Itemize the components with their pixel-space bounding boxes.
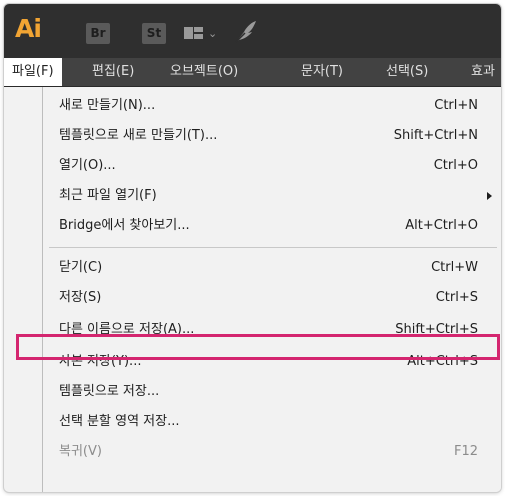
menu-bar: 파일(F) 편집(E) 오브젝트(O) 문자(T) 선택(S) 효과: [4, 58, 501, 87]
menu-item-label: 복귀(V): [59, 444, 102, 459]
menu-edit[interactable]: 편집(E): [92, 58, 134, 86]
submenu-arrow-icon: [487, 192, 492, 200]
menu-item-save-as-template[interactable]: 템플릿으로 저장...: [43, 378, 501, 406]
menu-item-label: 새로 만들기(N)...: [59, 98, 156, 113]
menu-file[interactable]: 파일(F): [4, 58, 62, 86]
file-menu-dropdown: 새로 만들기(N)... Ctrl+N 템플릿으로 새로 만들기(T)... S…: [42, 87, 501, 492]
menu-item-shortcut: F12: [453, 444, 478, 459]
menu-item-save[interactable]: 저장(S) Ctrl+S: [43, 284, 501, 312]
menu-effect[interactable]: 효과: [471, 58, 495, 86]
menu-item-label: 템플릿으로 새로 만들기(T)...: [59, 128, 218, 143]
menu-item-label: 저장(S): [59, 290, 102, 305]
workspace-switcher[interactable]: ⌄: [184, 24, 218, 44]
menu-item-browse-in-bridge[interactable]: Bridge에서 찾아보기... Alt+Ctrl+O: [43, 212, 501, 240]
menu-select[interactable]: 선택(S): [386, 58, 428, 86]
menu-item-new[interactable]: 새로 만들기(N)... Ctrl+N: [43, 92, 501, 120]
menu-item-label: 닫기(C): [59, 260, 103, 275]
save-as-highlight-box: [16, 334, 500, 360]
menu-item-shortcut: Ctrl+O: [433, 158, 478, 173]
menu-item-label: 열기(O)...: [59, 158, 116, 173]
menu-item-shortcut: Ctrl+S: [435, 290, 478, 305]
menu-item-label: 최근 파일 열기(F): [59, 188, 157, 203]
menu-item-open-recent[interactable]: 최근 파일 열기(F): [43, 182, 501, 210]
application-bar: Ai Br St ⌄: [4, 4, 501, 58]
menu-item-label: 선택 분할 영역 저장...: [59, 414, 180, 429]
menu-item-label: 템플릿으로 저장...: [59, 384, 160, 399]
menu-item-open[interactable]: 열기(O)... Ctrl+O: [43, 152, 501, 180]
menu-item-label: Bridge에서 찾아보기...: [59, 218, 190, 233]
illustrator-window: Ai Br St ⌄ 파일(F) 편집(E) 오브젝트(O) 문자(T) 선택(…: [4, 4, 501, 492]
menu-item-save-selected-slices[interactable]: 선택 분할 영역 저장...: [43, 408, 501, 436]
menu-item-new-from-template[interactable]: 템플릿으로 새로 만들기(T)... Shift+Ctrl+N: [43, 122, 501, 150]
stock-button[interactable]: St: [142, 23, 166, 44]
menu-type[interactable]: 문자(T): [301, 58, 343, 86]
menu-separator: [49, 247, 497, 248]
menu-item-shortcut: Alt+Ctrl+O: [405, 218, 478, 233]
ai-logo: Ai: [15, 14, 42, 43]
bridge-button[interactable]: Br: [86, 23, 110, 44]
menu-item-shortcut: Shift+Ctrl+N: [393, 128, 478, 143]
menu-item-shortcut: Ctrl+W: [431, 260, 478, 275]
menu-item-close[interactable]: 닫기(C) Ctrl+W: [43, 254, 501, 282]
feather-icon[interactable]: [232, 18, 260, 46]
chevron-down-icon: ⌄: [208, 27, 218, 40]
menu-item-shortcut: Ctrl+N: [434, 98, 478, 113]
menu-item-revert: 복귀(V) F12: [43, 438, 501, 466]
menu-object[interactable]: 오브젝트(O): [170, 58, 238, 86]
